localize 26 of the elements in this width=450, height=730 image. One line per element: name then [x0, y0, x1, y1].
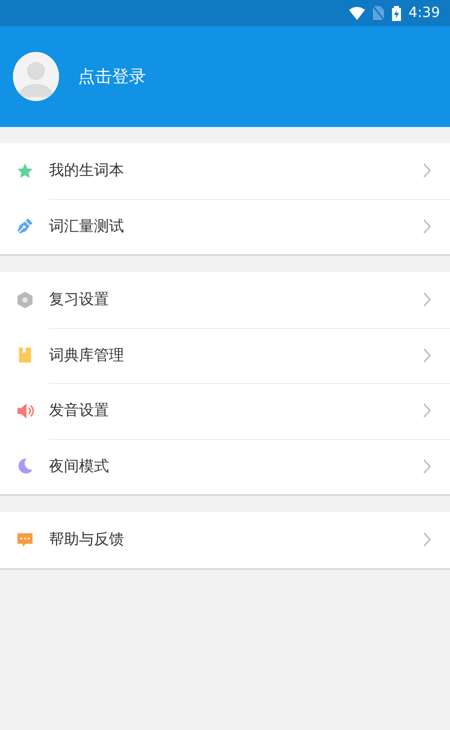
chevron-icon [423, 403, 431, 418]
menu-item[interactable]: 复习设置 [0, 272, 450, 328]
menu-item[interactable]: 我的生词本 [0, 143, 450, 198]
chevron-icon [423, 292, 431, 308]
clock-time: 4:39 [408, 5, 440, 21]
menu-item[interactable]: 帮助与反馈 [0, 512, 450, 568]
book-icon [16, 346, 34, 364]
chevron-icon [423, 458, 431, 474]
chevron-icon [423, 218, 431, 234]
moon-icon [16, 457, 34, 476]
chat-icon [16, 530, 34, 549]
hexagon-icon [16, 290, 34, 309]
avatar-icon[interactable] [13, 52, 59, 101]
menu-item[interactable]: 词典库管理 [0, 328, 450, 383]
pen-icon [16, 217, 34, 236]
no-sim-icon [372, 6, 384, 20]
wifi-icon [348, 6, 365, 20]
battery-icon [392, 6, 401, 20]
menu-item[interactable]: 夜间模式 [0, 438, 450, 494]
menu-item[interactable]: 发音设置 [0, 383, 450, 438]
speaker-icon [16, 402, 34, 420]
menu-item[interactable]: 词汇量测试 [0, 198, 450, 254]
chevron-icon [423, 163, 431, 178]
chevron-icon [423, 532, 431, 548]
chevron-icon [423, 348, 431, 363]
star-icon [16, 162, 34, 180]
